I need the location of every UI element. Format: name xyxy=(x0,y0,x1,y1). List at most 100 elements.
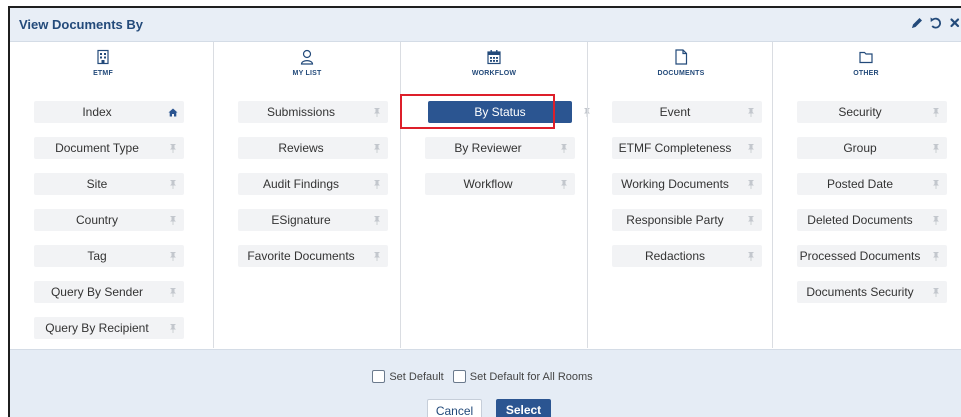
item-label: Query By Sender xyxy=(50,285,144,299)
view-option-documents-security[interactable]: Documents Security xyxy=(797,281,947,303)
item-label: Tag xyxy=(87,249,107,263)
item-label: Working Documents xyxy=(621,177,729,191)
item-label: Event xyxy=(659,105,691,119)
view-option-country[interactable]: Country xyxy=(34,209,184,231)
item-label: Audit Findings xyxy=(262,177,340,191)
pin-icon[interactable] xyxy=(168,179,178,190)
view-option-redactions[interactable]: Redactions xyxy=(612,245,762,267)
set-default-all-label: Set Default for All Rooms xyxy=(469,370,593,383)
view-documents-dialog: View Documents By ETMF Index Document Ty… xyxy=(8,6,961,417)
view-option-audit-findings[interactable]: Audit Findings xyxy=(238,173,388,195)
cancel-button[interactable]: Cancel xyxy=(427,399,482,417)
view-option-responsible-party[interactable]: Responsible Party xyxy=(612,209,762,231)
pin-icon[interactable] xyxy=(746,215,756,226)
view-option-by-reviewer[interactable]: By Reviewer xyxy=(425,137,575,159)
item-label: Query By Recipient xyxy=(45,321,149,335)
pin-icon[interactable] xyxy=(168,143,178,154)
pin-icon[interactable] xyxy=(931,179,941,190)
item-label: Reviews xyxy=(278,141,324,155)
edit-icon[interactable] xyxy=(909,15,925,31)
view-option-workflow[interactable]: Workflow xyxy=(425,173,575,195)
column-header-etmf: ETMF xyxy=(10,49,196,77)
column-documents: DOCUMENTS Event ETMF Completeness Workin… xyxy=(587,42,774,348)
pin-icon[interactable] xyxy=(746,143,756,154)
column-header-documents: DOCUMENTS xyxy=(588,49,774,77)
item-label: ESignature xyxy=(271,213,331,227)
item-label: Document Type xyxy=(55,141,139,155)
item-label: Security xyxy=(838,105,882,119)
pin-icon[interactable] xyxy=(931,143,941,154)
folder-icon xyxy=(859,51,873,64)
set-default-checkbox[interactable] xyxy=(372,370,386,383)
column-label-other: OTHER xyxy=(853,70,879,77)
pin-icon[interactable] xyxy=(372,251,382,262)
set-default-label: Set Default xyxy=(389,370,444,383)
view-option-submissions[interactable]: Submissions xyxy=(238,101,388,123)
dialog-title: View Documents By xyxy=(19,17,144,32)
view-option-posted-date[interactable]: Posted Date xyxy=(797,173,947,195)
column-etmf: ETMF Index Document Type Site Country Ta… xyxy=(10,42,196,348)
default-options: Set Default Set Default for All Rooms xyxy=(10,370,961,383)
view-option-working-documents[interactable]: Working Documents xyxy=(612,173,762,195)
item-label: Country xyxy=(75,213,119,227)
column-label-documents: DOCUMENTS xyxy=(657,70,705,77)
pin-icon[interactable] xyxy=(746,179,756,190)
view-option-etmf-completeness[interactable]: ETMF Completeness xyxy=(612,137,762,159)
view-option-query-by-sender[interactable]: Query By Sender xyxy=(34,281,184,303)
view-option-reviews[interactable]: Reviews xyxy=(238,137,388,159)
pin-icon[interactable] xyxy=(372,179,382,190)
item-label: By Reviewer xyxy=(454,141,522,155)
item-label: Documents Security xyxy=(806,285,914,299)
pin-icon[interactable] xyxy=(372,107,382,118)
column-header-other: OTHER xyxy=(773,49,959,77)
pin-icon[interactable] xyxy=(168,323,178,334)
pin-icon[interactable] xyxy=(746,251,756,262)
view-option-document-type[interactable]: Document Type xyxy=(34,137,184,159)
pin-icon[interactable] xyxy=(931,287,941,298)
column-label-workflow: WORKFLOW xyxy=(471,70,517,77)
pin-icon[interactable] xyxy=(372,215,382,226)
view-options: ETMF Index Document Type Site Country Ta… xyxy=(10,42,961,348)
select-button[interactable]: Select xyxy=(496,399,551,417)
item-label: Workflow xyxy=(463,177,513,191)
view-option-security[interactable]: Security xyxy=(797,101,947,123)
pin-icon[interactable] xyxy=(559,179,569,190)
set-default-all-checkbox[interactable] xyxy=(452,370,466,383)
view-option-processed-documents[interactable]: Processed Documents xyxy=(797,245,947,267)
view-option-by-status[interactable]: By Status xyxy=(428,101,590,123)
pin-icon[interactable] xyxy=(372,143,382,154)
item-label: Group xyxy=(843,141,877,155)
home-icon[interactable] xyxy=(168,107,178,118)
pin-icon[interactable] xyxy=(168,215,178,226)
item-label: By Status xyxy=(474,105,526,119)
view-option-query-by-recipient[interactable]: Query By Recipient xyxy=(34,317,184,339)
user-icon xyxy=(300,49,314,65)
close-icon[interactable] xyxy=(947,15,961,31)
calendar-icon xyxy=(487,50,501,65)
dialog-titlebar: View Documents By xyxy=(10,8,961,42)
pin-icon[interactable] xyxy=(931,251,941,262)
view-option-deleted-documents[interactable]: Deleted Documents xyxy=(797,209,947,231)
view-option-event[interactable]: Event xyxy=(612,101,762,123)
pin-icon[interactable] xyxy=(559,143,569,154)
view-option-esignature[interactable]: ESignature xyxy=(238,209,388,231)
column-header-workflow: WORKFLOW xyxy=(401,49,587,77)
pin-icon[interactable] xyxy=(931,107,941,118)
pin-icon[interactable] xyxy=(168,287,178,298)
column-my-list: MY LIST Submissions Reviews Audit Findin… xyxy=(213,42,400,348)
undo-icon[interactable] xyxy=(928,15,944,31)
pin-icon[interactable] xyxy=(746,107,756,118)
building-icon xyxy=(97,49,109,65)
view-option-site[interactable]: Site xyxy=(34,173,184,195)
column-workflow: WORKFLOW By Status By Reviewer Workflow xyxy=(400,42,590,348)
pin-icon[interactable] xyxy=(931,215,941,226)
dialog-footer: Set Default Set Default for All Rooms Ca… xyxy=(10,349,961,417)
view-option-tag[interactable]: Tag xyxy=(34,245,184,267)
item-label: Index xyxy=(82,105,112,119)
column-header-my-list: MY LIST xyxy=(214,49,400,77)
item-label: Deleted Documents xyxy=(807,213,913,227)
view-option-favorite-documents[interactable]: Favorite Documents xyxy=(238,245,388,267)
view-option-index[interactable]: Index xyxy=(34,101,184,123)
pin-icon[interactable] xyxy=(168,251,178,262)
view-option-group[interactable]: Group xyxy=(797,137,947,159)
